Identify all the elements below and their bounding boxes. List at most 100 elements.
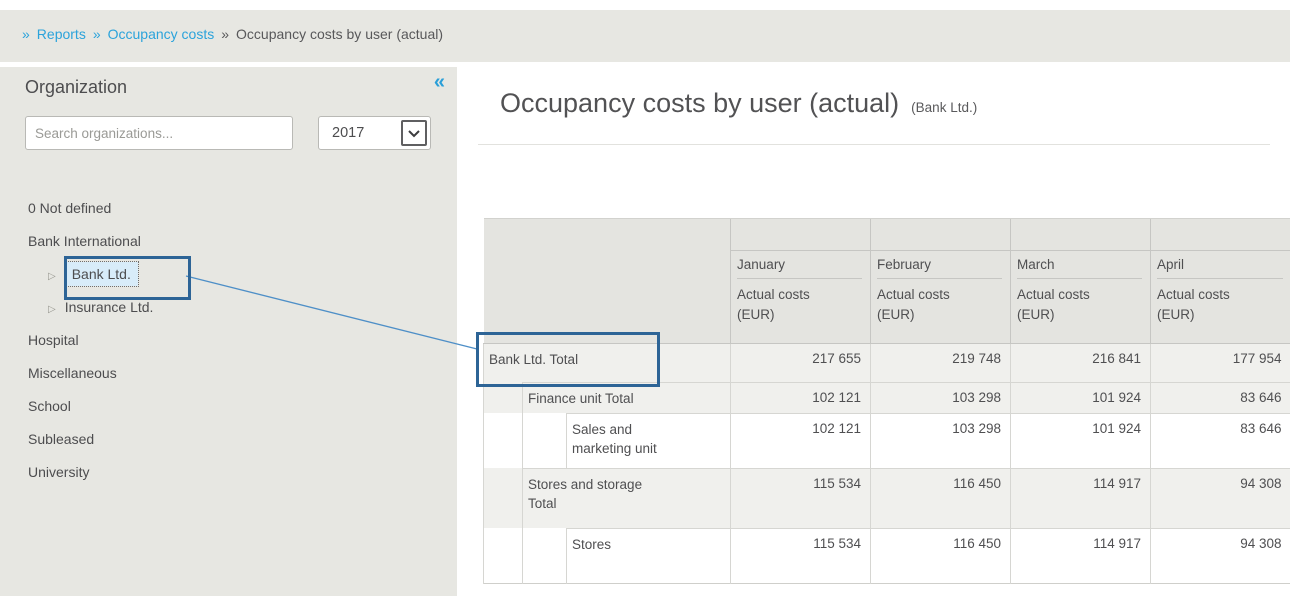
tree-item-label: Subleased bbox=[28, 431, 94, 447]
tree-item-label: University bbox=[28, 464, 89, 480]
column-month-label: January bbox=[737, 257, 862, 279]
table-header-band-cell bbox=[1151, 219, 1290, 251]
column-month-label: February bbox=[877, 257, 1002, 279]
tree-item-label: Bank International bbox=[28, 233, 141, 249]
tree-item[interactable]: Miscellaneous bbox=[0, 357, 457, 390]
row-label-text: Stores bbox=[572, 536, 611, 555]
collapse-sidebar-icon[interactable]: « bbox=[434, 71, 445, 94]
row-label-text: Finance unit Total bbox=[528, 390, 634, 409]
table-column-header: March Actual costs (EUR) bbox=[1011, 251, 1151, 344]
title-divider bbox=[478, 144, 1270, 145]
expand-arrow-icon[interactable]: ▷ bbox=[48, 271, 56, 282]
tree-item-label-selected: Bank Ltd. bbox=[65, 262, 138, 286]
table-column-header: January Actual costs (EUR) bbox=[731, 251, 871, 344]
table-corner-cell bbox=[484, 219, 731, 344]
sidebar: Organization « 2017 0 Not defined Bank In… bbox=[0, 67, 457, 596]
tree-item-label: School bbox=[28, 398, 71, 414]
row-label: Finance unit Total bbox=[523, 383, 731, 414]
table-header-band-cell bbox=[1011, 219, 1151, 251]
table-row: Sales and marketing unit 102 121103 29810… bbox=[484, 413, 1290, 468]
value-cell: 177 954 bbox=[1151, 344, 1290, 383]
value-cell: 83 646 bbox=[1151, 413, 1290, 468]
column-measure-label: Actual costs (EUR) bbox=[1017, 285, 1107, 324]
value-cell: 216 841 bbox=[1011, 344, 1151, 383]
year-dropdown-button[interactable] bbox=[401, 120, 427, 146]
tree-item[interactable]: 0 Not defined bbox=[0, 192, 457, 225]
page-title: Occupancy costs by user (actual) (Bank Lt… bbox=[500, 88, 977, 119]
value-cell: 94 308 bbox=[1151, 468, 1290, 528]
app-window: { "breadcrumb": { "separator": "\u00bb",… bbox=[0, 0, 1290, 596]
report-table: January Actual costs (EUR) February Actual … bbox=[483, 218, 1290, 584]
table-column-header: February Actual costs (EUR) bbox=[871, 251, 1011, 344]
expand-arrow-icon[interactable]: ▷ bbox=[48, 304, 56, 315]
column-measure-label: Actual costs (EUR) bbox=[1157, 285, 1247, 324]
tree-item[interactable]: Bank International bbox=[0, 225, 457, 258]
row-label-text: Bank Ltd. Total bbox=[489, 352, 578, 367]
column-month-label: April bbox=[1157, 257, 1283, 279]
tree-item-label: Miscellaneous bbox=[28, 365, 117, 381]
page-title-scope: (Bank Ltd.) bbox=[911, 100, 977, 115]
tree-item-label: Insurance Ltd. bbox=[65, 299, 154, 315]
value-cell: 101 924 bbox=[1011, 413, 1151, 468]
tree-item[interactable]: University bbox=[0, 456, 457, 489]
value-cell: 114 917 bbox=[1011, 468, 1151, 528]
value-cell: 219 748 bbox=[871, 344, 1011, 383]
value-cell: 103 298 bbox=[871, 413, 1011, 468]
table-row: Stores 115 534116 450114 91794 308 bbox=[484, 528, 1290, 583]
year-select[interactable]: 2017 bbox=[318, 116, 431, 150]
tree-item[interactable]: ▷ Bank Ltd. bbox=[0, 258, 457, 291]
value-cell: 94 308 bbox=[1151, 528, 1290, 583]
row-label: Sales and marketing unit bbox=[567, 413, 731, 468]
sidebar-title: Organization bbox=[25, 77, 127, 98]
report-table-header: January Actual costs (EUR) February Actual … bbox=[484, 219, 1290, 344]
row-indent-cell bbox=[484, 468, 523, 528]
breadcrumb-separator: » bbox=[93, 26, 101, 42]
table-row: Finance unit Total102 121103 298101 9248… bbox=[484, 383, 1290, 414]
tree-item[interactable]: Hospital bbox=[0, 324, 457, 357]
value-cell: 102 121 bbox=[731, 413, 871, 468]
value-cell: 217 655 bbox=[731, 344, 871, 383]
value-cell: 102 121 bbox=[731, 383, 871, 414]
table-column-header: April Actual costs (EUR) bbox=[1151, 251, 1290, 344]
row-label-text: Stores and storage Total bbox=[528, 476, 673, 514]
row-label: Stores and storage Total bbox=[523, 468, 731, 528]
table-row: Bank Ltd. Total 217 655219 748216 841177 … bbox=[484, 344, 1290, 383]
value-cell: 116 450 bbox=[871, 468, 1011, 528]
row-label-text: Sales and marketing unit bbox=[572, 421, 690, 459]
row-indent-cell bbox=[523, 413, 567, 468]
row-indent-cell bbox=[484, 413, 523, 468]
value-cell: 103 298 bbox=[871, 383, 1011, 414]
row-label: Stores bbox=[567, 528, 731, 583]
row-indent-cell bbox=[484, 528, 523, 583]
report-table-body: Bank Ltd. Total 217 655219 748216 841177 … bbox=[484, 344, 1290, 584]
breadcrumb-separator: » bbox=[22, 26, 30, 42]
table-row: Stores and storage Total 115 534116 45011… bbox=[484, 468, 1290, 528]
breadcrumb-current: Occupancy costs by user (actual) bbox=[236, 26, 443, 42]
search-input[interactable] bbox=[25, 116, 293, 150]
column-measure-label: Actual costs (EUR) bbox=[877, 285, 967, 324]
tree-item[interactable]: School bbox=[0, 390, 457, 423]
year-select-value: 2017 bbox=[332, 125, 364, 141]
tree-item[interactable]: Subleased bbox=[0, 423, 457, 456]
breadcrumb: » Reports » Occupancy costs » Occupancy costs… bbox=[0, 10, 1290, 62]
tree-item[interactable]: ▷ Insurance Ltd. bbox=[0, 291, 457, 324]
value-cell: 115 534 bbox=[731, 468, 871, 528]
value-cell: 101 924 bbox=[1011, 383, 1151, 414]
breadcrumb-link[interactable]: Occupancy costs bbox=[108, 26, 215, 42]
value-cell: 114 917 bbox=[1011, 528, 1151, 583]
value-cell: 116 450 bbox=[871, 528, 1011, 583]
row-indent-cell bbox=[523, 528, 567, 583]
chevron-down-icon bbox=[407, 126, 421, 141]
column-measure-label: Actual costs (EUR) bbox=[737, 285, 827, 324]
breadcrumb-link[interactable]: Reports bbox=[37, 26, 86, 42]
report-table-container: January Actual costs (EUR) February Actual … bbox=[483, 218, 1290, 584]
tree-item-label: 0 Not defined bbox=[28, 200, 111, 216]
breadcrumb-separator: » bbox=[221, 26, 229, 42]
value-cell: 115 534 bbox=[731, 528, 871, 583]
row-label: Bank Ltd. Total bbox=[484, 344, 731, 383]
page-title-text: Occupancy costs by user (actual) bbox=[500, 88, 899, 118]
table-header-band-cell bbox=[731, 219, 871, 251]
row-indent-cell bbox=[484, 383, 523, 414]
organization-tree: 0 Not defined Bank International ▷ Bank Ltd… bbox=[0, 192, 457, 489]
column-month-label: March bbox=[1017, 257, 1142, 279]
